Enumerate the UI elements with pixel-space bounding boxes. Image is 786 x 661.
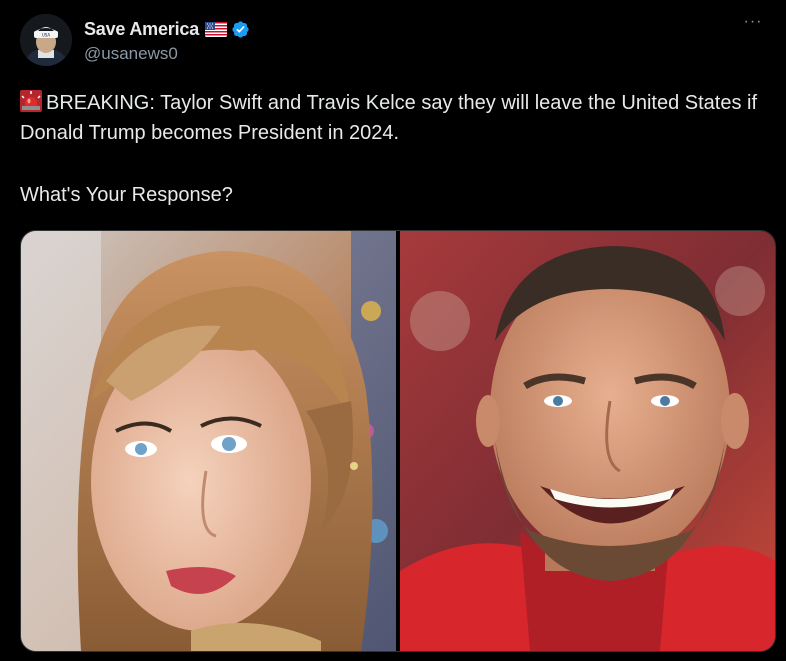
svg-text:USA: USA [42,33,51,38]
tweet-header: USA Save America @usanews0 ··· [20,14,770,70]
tweet-body-text: BREAKING: Taylor Swift and Travis Kelce … [20,92,758,144]
photo-right-image-icon [400,231,775,651]
author-name-row: Save America [84,17,250,41]
media-grid [20,230,776,652]
more-icon: ··· [743,13,763,30]
verified-badge-icon [231,20,250,39]
photo-left[interactable] [21,231,396,651]
tweet-text-line-2: What's Your Response? [20,184,233,206]
author-display-name[interactable]: Save America [84,19,199,40]
us-flag-icon [205,21,228,37]
tweet-text: BREAKING: Taylor Swift and Travis Kelce … [20,88,775,210]
tweet-text-line-1: BREAKING: Taylor Swift and Travis Kelce … [20,88,775,148]
photo-right[interactable] [400,231,775,651]
avatar-icon: USA [20,14,72,66]
author-handle[interactable]: @usanews0 [84,44,178,64]
siren-icon [20,90,42,112]
more-options-button[interactable]: ··· [740,13,766,36]
avatar[interactable]: USA [20,14,72,66]
photo-left-image-icon [21,231,396,651]
